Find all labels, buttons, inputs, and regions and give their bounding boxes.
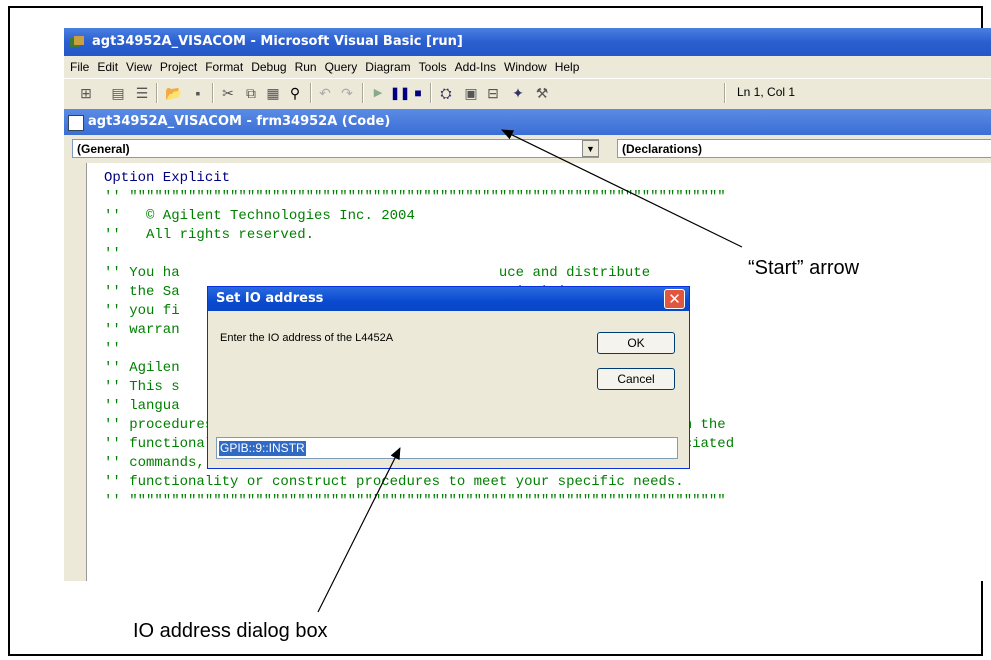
dialog-arrow-line	[317, 447, 401, 613]
start-arrow-line	[501, 129, 743, 248]
annotation-arrows	[317, 129, 743, 613]
